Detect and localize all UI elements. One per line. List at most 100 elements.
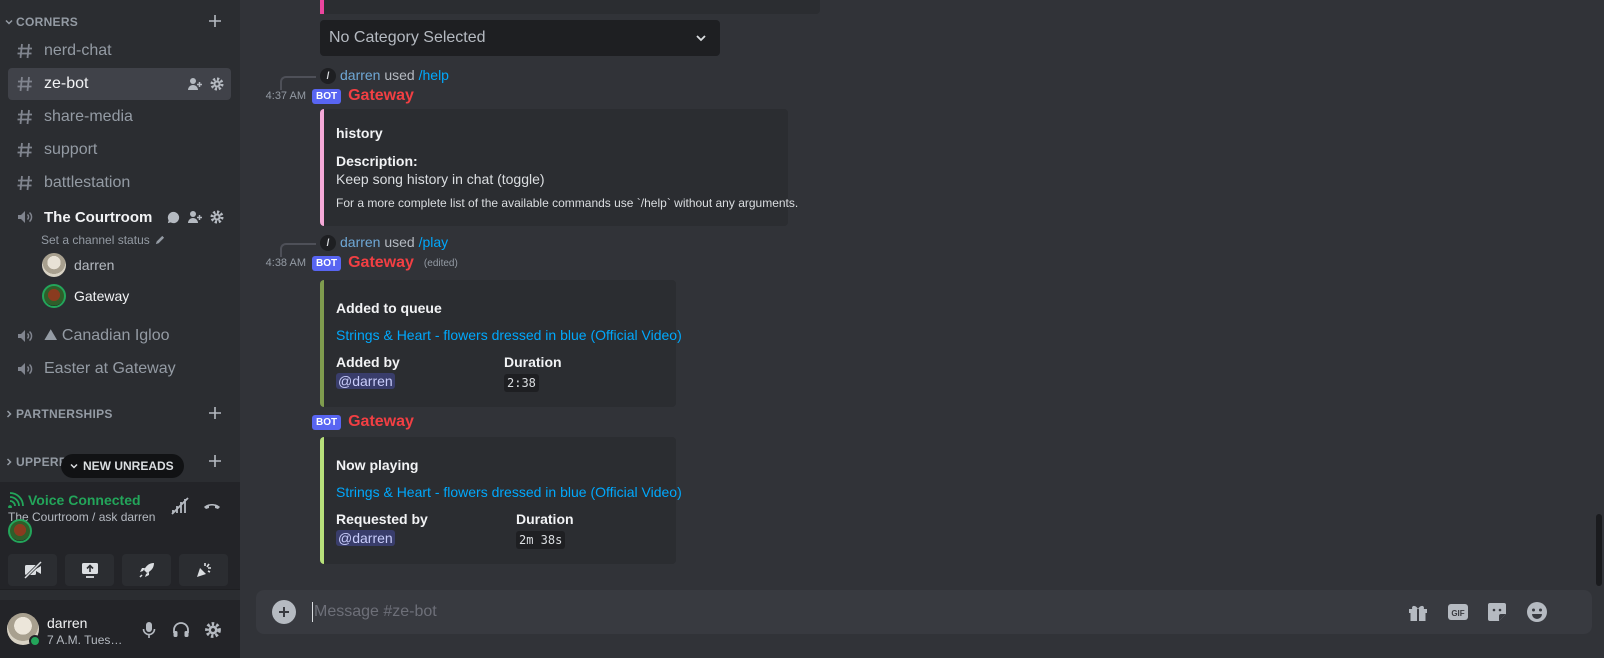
user-mention[interactable]: @darren bbox=[336, 373, 395, 389]
activities-button[interactable] bbox=[122, 554, 171, 586]
voice-user-gateway[interactable]: Gateway bbox=[42, 282, 222, 310]
screen-share-button[interactable] bbox=[65, 554, 114, 586]
channel-label: ze-bot bbox=[44, 75, 89, 92]
user-name[interactable]: darren bbox=[47, 615, 87, 631]
chevron-right-icon bbox=[2, 457, 16, 467]
hash-icon bbox=[16, 174, 36, 192]
category-corners[interactable]: CORNERS bbox=[0, 12, 240, 32]
reply-user[interactable]: darren bbox=[340, 234, 380, 250]
gear-icon[interactable] bbox=[204, 621, 222, 639]
timestamp[interactable]: 4:37 AM bbox=[258, 90, 306, 102]
create-channel-icon[interactable] bbox=[208, 406, 222, 420]
channel-label: battlestation bbox=[44, 174, 131, 191]
headphones-icon[interactable] bbox=[172, 621, 190, 639]
author-name[interactable]: Gateway bbox=[348, 413, 414, 431]
channel-battlestation[interactable]: battlestation bbox=[8, 167, 231, 199]
message-header: 4:37 AM BOT Gateway bbox=[258, 86, 414, 106]
new-unreads-label: NEW UNREADS bbox=[83, 459, 174, 473]
channel-support[interactable]: support bbox=[8, 134, 231, 166]
speaker-icon bbox=[16, 208, 36, 226]
embed-field-name: Requested by bbox=[336, 511, 428, 527]
embed-title: Added to queue bbox=[336, 300, 442, 316]
camera-off-button[interactable] bbox=[8, 554, 57, 586]
user-panel: darren 7 A.M. Tuesday bbox=[0, 600, 240, 658]
user-custom-status[interactable]: 7 A.M. Tuesday bbox=[47, 633, 125, 647]
embed-field-name: Duration bbox=[504, 354, 562, 370]
create-channel-icon[interactable] bbox=[208, 454, 222, 468]
gift-icon[interactable] bbox=[1406, 600, 1430, 624]
chat-scrollbar[interactable] bbox=[1596, 514, 1602, 586]
connected-user-avatar[interactable] bbox=[8, 519, 32, 543]
chevron-down-icon bbox=[2, 17, 16, 27]
reply-command[interactable]: /help bbox=[419, 67, 449, 83]
embed-track-link[interactable]: Strings & Heart - flowers dressed in blu… bbox=[336, 327, 682, 343]
hash-icon bbox=[16, 141, 36, 159]
reply-verb: used bbox=[384, 67, 415, 83]
embed-field-name: Description: bbox=[336, 153, 418, 169]
timestamp[interactable]: 4:38 AM bbox=[258, 257, 306, 269]
embed-track-link[interactable]: Strings & Heart - flowers dressed in blu… bbox=[336, 484, 682, 500]
gear-icon[interactable] bbox=[209, 209, 225, 225]
channel-status-label: Set a channel status bbox=[41, 233, 150, 247]
embed-added-to-queue: Added to queue Strings & Heart - flowers… bbox=[320, 280, 682, 407]
message-header: 4:38 AM BOT Gateway (edited) bbox=[258, 253, 458, 273]
user-mention[interactable]: @darren bbox=[336, 530, 395, 546]
message-input[interactable]: Message #ze-bot bbox=[314, 603, 437, 621]
embed-title: Now playing bbox=[336, 457, 419, 473]
embed-field-value: Keep song history in chat (toggle) bbox=[336, 171, 545, 187]
author-name[interactable]: Gateway bbox=[348, 254, 414, 272]
channel-label: support bbox=[44, 141, 98, 158]
microphone-icon[interactable] bbox=[140, 621, 158, 639]
channel-label: Easter at Gateway bbox=[44, 360, 176, 377]
category-select[interactable]: No Category Selected bbox=[320, 20, 720, 56]
duration-value: 2:38 bbox=[504, 374, 539, 392]
channel-the-courtroom[interactable]: The Courtroom bbox=[8, 205, 231, 229]
reply-command[interactable]: /play bbox=[419, 234, 449, 250]
category-partnerships[interactable]: PARTNERSHIPS bbox=[0, 404, 240, 424]
chevron-right-icon bbox=[2, 409, 16, 419]
screen-share-icon bbox=[80, 560, 100, 580]
pencil-icon bbox=[154, 235, 165, 246]
new-unreads-button[interactable]: NEW UNREADS bbox=[61, 454, 184, 478]
svg-text:GIF: GIF bbox=[1451, 609, 1464, 618]
slash-command-icon: / bbox=[320, 68, 336, 84]
disconnect-icon[interactable] bbox=[202, 496, 222, 516]
rocket-icon bbox=[137, 560, 157, 580]
message-composer: Message #ze-bot GIF bbox=[256, 590, 1592, 634]
invite-user-icon[interactable] bbox=[187, 209, 203, 225]
channel-label: nerd-chat bbox=[44, 42, 112, 59]
channel-share-media[interactable]: share-media bbox=[8, 101, 231, 133]
channel-easter-at-gateway[interactable]: Easter at Gateway bbox=[8, 353, 231, 385]
voice-channel-path[interactable]: The Courtroom / ask darren bbox=[8, 510, 158, 524]
gear-icon[interactable] bbox=[209, 76, 225, 92]
gif-icon[interactable]: GIF bbox=[1446, 600, 1470, 624]
online-status-icon bbox=[29, 635, 41, 647]
speaker-icon bbox=[16, 360, 36, 378]
embed-previous bbox=[320, 0, 820, 14]
chat-bubble-icon[interactable] bbox=[166, 210, 181, 225]
create-channel-icon[interactable] bbox=[208, 14, 222, 28]
hash-icon bbox=[16, 75, 36, 93]
reply-user[interactable]: darren bbox=[340, 67, 380, 83]
chat-area: No Category Selected / darren used /help… bbox=[240, 0, 1604, 658]
hash-icon bbox=[16, 108, 36, 126]
invite-user-icon[interactable] bbox=[187, 76, 203, 92]
edited-tag: (edited) bbox=[423, 257, 458, 269]
category-label: PARTNERSHIPS bbox=[16, 407, 113, 421]
avatar bbox=[42, 253, 66, 277]
speaker-icon bbox=[16, 327, 36, 345]
channel-canadian-igloo[interactable]: ⛰ Canadian Igloo bbox=[8, 320, 231, 352]
channel-status-button[interactable]: Set a channel status bbox=[41, 233, 165, 247]
channel-nerd-chat[interactable]: nerd-chat bbox=[8, 35, 231, 67]
author-name[interactable]: Gateway bbox=[348, 87, 414, 105]
emoji-icon[interactable] bbox=[1525, 600, 1549, 624]
soundboard-button[interactable] bbox=[179, 554, 228, 586]
add-attachment-button[interactable] bbox=[272, 600, 296, 624]
voice-connected-status[interactable]: Voice Connected bbox=[8, 492, 141, 508]
voice-user-darren[interactable]: darren bbox=[42, 251, 222, 279]
channel-sidebar: CORNERS nerd-chat ze-bot share-media sup… bbox=[0, 0, 240, 658]
sticker-icon[interactable] bbox=[1485, 600, 1509, 624]
noise-suppression-icon[interactable] bbox=[170, 496, 190, 516]
slash-command-icon: / bbox=[320, 235, 336, 251]
channel-ze-bot[interactable]: ze-bot bbox=[8, 68, 231, 100]
